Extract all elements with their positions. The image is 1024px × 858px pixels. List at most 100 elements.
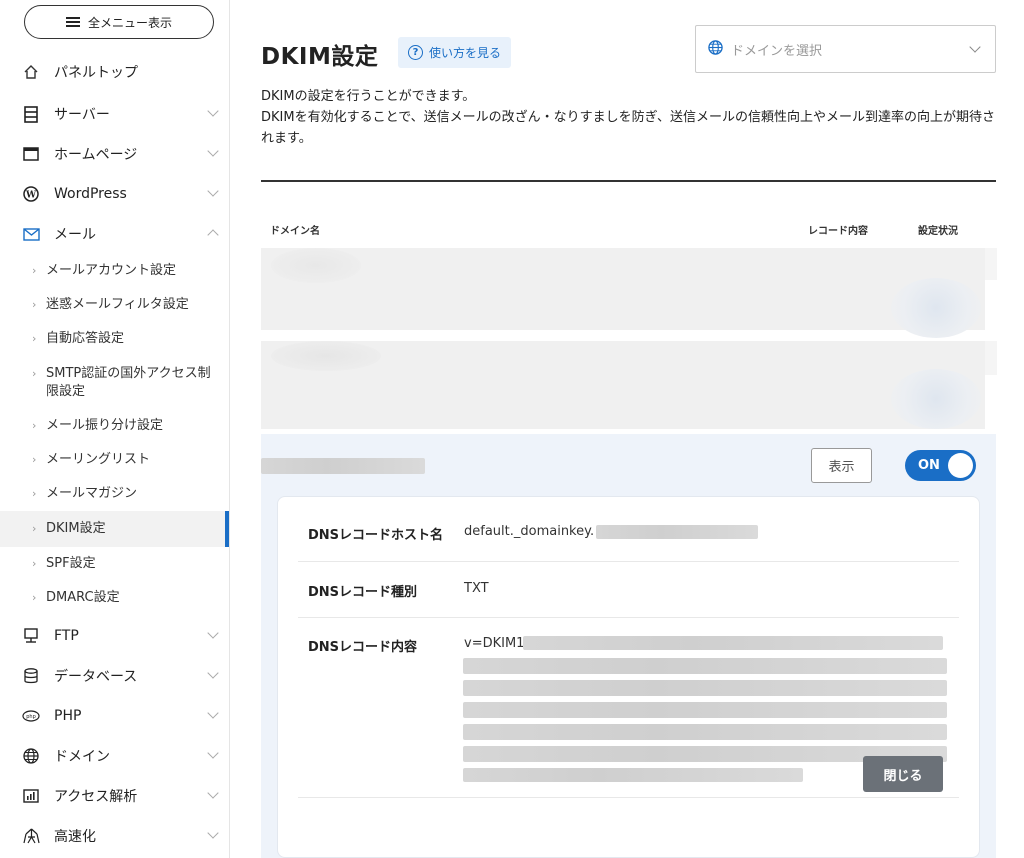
field-value-content: v=DKIM1 xyxy=(464,636,524,651)
wordpress-icon: W xyxy=(22,185,40,203)
chevron-down-icon xyxy=(207,105,219,117)
sidebar-sub-smtp-auth[interactable]: › SMTP認証の国外アクセス制限設定 xyxy=(0,365,229,401)
redacted-content xyxy=(463,768,803,782)
sidebar-sub-mail-magazine[interactable]: › メールマガジン xyxy=(0,485,229,503)
svg-text:W: W xyxy=(25,191,37,201)
domain-select[interactable]: ドメインを選択 xyxy=(695,25,996,73)
redacted-content xyxy=(523,636,943,650)
sidebar-sub-mail-account[interactable]: › メールアカウント設定 xyxy=(0,262,229,280)
howto-label: 使い方を見る xyxy=(429,46,502,60)
sidebar-item-label: FTP xyxy=(54,628,79,644)
chevron-down-icon xyxy=(207,145,219,157)
domain-select-placeholder: ドメインを選択 xyxy=(731,43,823,59)
sidebar-sub-label: DKIM設定 xyxy=(46,521,106,536)
howto-button[interactable]: ? 使い方を見る xyxy=(398,37,512,68)
sidebar-item-label: WordPress xyxy=(54,186,127,202)
chart-icon xyxy=(22,787,40,805)
redacted-host xyxy=(596,524,759,539)
browser-icon xyxy=(22,145,40,163)
globe-icon xyxy=(708,39,723,59)
sidebar-item-homepage[interactable]: ホームページ xyxy=(0,134,229,174)
expanded-row: 表示 ON DNSレコードホスト名 default._domainkey. DN… xyxy=(261,434,996,858)
sidebar-item-label: データベース xyxy=(54,669,138,685)
row-edge xyxy=(985,248,997,280)
sidebar-sub-spam-filter[interactable]: › 迷惑メールフィルタ設定 xyxy=(0,296,229,314)
chevron-down-icon xyxy=(207,667,219,679)
sidebar-item-label: アクセス解析 xyxy=(54,789,138,805)
page-title: DKIM設定 xyxy=(261,44,379,70)
close-button[interactable]: 閉じる xyxy=(863,756,943,792)
field-label-host: DNSレコードホスト名 xyxy=(308,528,444,543)
sidebar-sub-auto-reply[interactable]: › 自動応答設定 xyxy=(0,330,229,348)
chevron-right-icon: › xyxy=(32,419,37,432)
redacted-content xyxy=(463,702,947,718)
chevron-down-icon xyxy=(207,627,219,639)
sidebar-item-label: ドメイン xyxy=(54,749,110,765)
monitor-icon xyxy=(22,627,40,645)
sidebar-item-domain[interactable]: ドメイン xyxy=(0,736,229,776)
column-header-record: レコード内容 xyxy=(808,226,868,237)
chevron-right-icon: › xyxy=(32,453,37,466)
sidebar-sub-spf[interactable]: › SPF設定 xyxy=(0,555,229,573)
chevron-right-icon: › xyxy=(32,487,37,500)
sidebar-item-panel-top[interactable]: パネルトップ xyxy=(0,52,229,92)
speed-icon xyxy=(22,827,40,845)
sidebar-sub-label: DMARC設定 xyxy=(46,590,120,605)
sidebar-sub-mail-sort[interactable]: › メール振り分け設定 xyxy=(0,417,229,435)
chevron-right-icon: › xyxy=(32,298,37,311)
column-header-status: 設定状況 xyxy=(918,226,958,237)
table-row[interactable] xyxy=(261,341,997,429)
chevron-down-icon xyxy=(207,747,219,759)
redacted-status xyxy=(891,278,981,338)
row-edge xyxy=(985,341,997,375)
server-icon xyxy=(22,105,40,123)
table-row[interactable] xyxy=(261,248,997,338)
host-value-text: default._domainkey. xyxy=(464,524,595,539)
content-value-text: v=DKIM1 xyxy=(464,636,525,651)
sidebar-item-speed[interactable]: 高速化 xyxy=(0,816,229,856)
sidebar-item-access-analytics[interactable]: アクセス解析 xyxy=(0,776,229,816)
chevron-right-icon: › xyxy=(32,332,37,345)
sidebar-item-wordpress[interactable]: W WordPress xyxy=(0,174,229,214)
redacted-content xyxy=(463,724,947,740)
field-separator xyxy=(298,561,959,562)
sidebar-sub-label: 自動応答設定 xyxy=(46,331,125,346)
toggle-label: ON xyxy=(918,458,940,473)
sidebar-sub-dmarc[interactable]: › DMARC設定 xyxy=(0,589,229,607)
chevron-down-icon xyxy=(207,185,219,197)
sidebar-item-label: メール xyxy=(54,227,96,243)
all-menu-button[interactable]: 全メニュー表示 xyxy=(24,5,214,39)
sidebar-sub-mailing-list[interactable]: › メーリングリスト xyxy=(0,451,229,469)
chevron-down-icon xyxy=(207,787,219,799)
sidebar-sub-label: SMTP認証の国外アクセス制限設定 xyxy=(46,366,211,399)
redacted-status xyxy=(891,369,981,429)
column-header-domain: ドメイン名 xyxy=(270,226,320,237)
sidebar-item-database[interactable]: データベース xyxy=(0,656,229,696)
field-value-type: TXT xyxy=(464,581,489,596)
description-line-1: DKIMの設定を行うことができます。 xyxy=(261,89,476,104)
toggle-knob xyxy=(948,453,973,478)
field-separator xyxy=(298,797,959,798)
sidebar-item-ftp[interactable]: FTP xyxy=(0,616,229,656)
dkim-toggle[interactable]: ON xyxy=(905,450,976,481)
all-menu-label: 全メニュー表示 xyxy=(87,15,172,30)
sidebar-sub-label: メーリングリスト xyxy=(46,452,151,467)
svg-text:php: php xyxy=(26,714,36,720)
show-button[interactable]: 表示 xyxy=(811,448,872,483)
database-icon xyxy=(22,667,40,685)
sidebar-item-label: サーバー xyxy=(54,107,110,123)
sidebar-item-php[interactable]: php PHP xyxy=(0,696,229,736)
sidebar-item-server[interactable]: サーバー xyxy=(0,94,229,134)
redacted-content xyxy=(463,658,947,674)
redacted-domain xyxy=(271,341,381,371)
field-label-type: DNSレコード種別 xyxy=(308,585,418,600)
chevron-up-icon xyxy=(207,229,219,241)
chevron-right-icon: › xyxy=(32,264,37,277)
section-divider xyxy=(261,180,996,182)
sidebar-sub-dkim[interactable]: › DKIM設定 xyxy=(0,511,229,547)
redacted-content xyxy=(463,680,947,696)
page-description: DKIMの設定を行うことができます。 DKIMを有効化することで、送信メールの改… xyxy=(261,86,1001,149)
sidebar-item-mail[interactable]: メール xyxy=(0,214,229,254)
home-icon xyxy=(22,63,40,81)
sidebar-item-label: ホームページ xyxy=(54,147,138,163)
